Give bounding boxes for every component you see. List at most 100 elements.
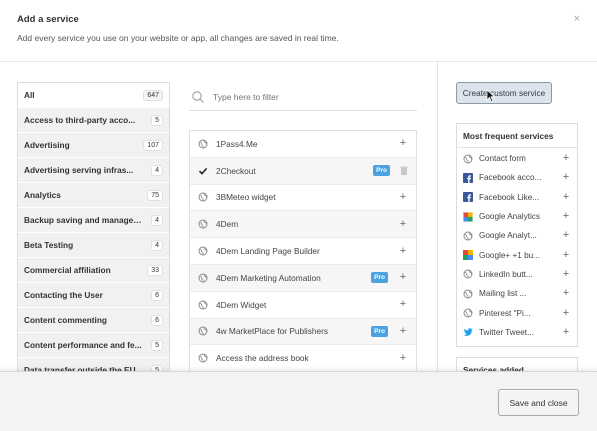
service-row[interactable]: 4Dem Widget + xyxy=(190,292,416,319)
google-plus-icon xyxy=(463,250,473,261)
category-item[interactable]: Data transfer outside the EU 5 xyxy=(18,358,169,372)
add-service-plus-icon[interactable]: + xyxy=(561,153,571,164)
add-service-plus-icon[interactable]: + xyxy=(561,191,571,203)
twitter-icon xyxy=(463,327,473,337)
frequent-service-row[interactable]: Facebook acco... + xyxy=(457,168,577,187)
service-row[interactable]: 2Checkout Pro xyxy=(190,157,416,185)
globe-icon xyxy=(463,308,473,318)
close-icon[interactable]: × xyxy=(574,13,580,25)
create-custom-service-button[interactable]: Create custom service xyxy=(456,82,552,104)
service-row[interactable]: 4w MarketPlace for Publishers Pro + xyxy=(190,318,416,346)
category-count-badge: 107 xyxy=(143,139,163,151)
frequent-service-row[interactable]: Facebook Like... + xyxy=(457,188,577,207)
search-icon xyxy=(191,90,205,104)
globe-icon xyxy=(198,326,208,336)
service-label: 1Pass4.Me xyxy=(216,138,258,149)
category-item[interactable]: Contacting the User 6 xyxy=(18,283,169,308)
category-label: Content commenting xyxy=(24,315,107,325)
services-added-title: Services added xyxy=(456,357,578,372)
frequent-service-row[interactable]: LinkedIn butt... + xyxy=(457,265,577,284)
modal-title: Add a service xyxy=(17,14,79,25)
category-label: Advertising serving infras... xyxy=(24,165,134,175)
category-label: Beta Testing xyxy=(24,240,74,250)
frequent-service-label: Contact form xyxy=(479,154,526,164)
category-item[interactable]: Content commenting 6 xyxy=(18,308,169,333)
add-service-plus-icon[interactable]: + xyxy=(561,230,571,241)
frequent-service-row[interactable]: Twitter Tweet... + xyxy=(457,323,577,342)
add-service-plus-icon[interactable]: + xyxy=(561,211,571,222)
add-service-plus-icon[interactable]: + xyxy=(398,325,408,337)
frequent-service-row[interactable]: Google+ +1 bu... + xyxy=(457,245,577,264)
frequent-service-row[interactable]: Google Analytics + xyxy=(457,207,577,226)
category-label: Commercial affiliation xyxy=(24,265,111,275)
mouse-cursor-icon xyxy=(486,89,496,103)
add-service-plus-icon[interactable]: + xyxy=(398,272,408,283)
service-label: 3BMeteo widget xyxy=(216,192,276,203)
service-row[interactable]: 4Dem + xyxy=(190,211,416,239)
frequent-service-label: Facebook Like... xyxy=(479,192,540,202)
trash-icon[interactable] xyxy=(400,166,408,176)
category-count-badge: 33 xyxy=(147,264,163,276)
frequent-service-label: Google Analyt... xyxy=(479,231,537,241)
pro-badge: Pro xyxy=(371,325,388,337)
category-label: Advertising xyxy=(24,140,70,150)
service-row[interactable]: 3BMeteo widget + xyxy=(190,185,416,212)
service-row[interactable]: 4Dem Marketing Automation Pro + xyxy=(190,264,416,292)
category-item[interactable]: Advertising serving infras... 4 xyxy=(18,158,169,183)
save-and-close-button[interactable]: Save and close xyxy=(498,389,579,416)
service-row[interactable]: Access the address book + xyxy=(190,345,416,372)
modal-subtitle: Add every service you use on your websit… xyxy=(17,33,339,43)
category-count-badge: 6 xyxy=(151,289,163,301)
category-count-badge: 4 xyxy=(151,239,163,251)
frequent-service-row[interactable]: Pinterest "Pi... + xyxy=(457,303,577,322)
category-item[interactable]: Commercial affiliation 33 xyxy=(18,258,169,283)
modal-header: Add a service Add every service you use … xyxy=(0,0,597,62)
modal-content: All 647 Access to third-party acco... 5 Adve… xyxy=(0,62,597,372)
panel-divider xyxy=(437,62,438,372)
category-count-badge: 647 xyxy=(143,89,163,101)
service-row[interactable]: 1Pass4.Me + xyxy=(190,131,416,158)
google-analytics-icon xyxy=(463,211,473,222)
add-service-plus-icon[interactable]: + xyxy=(561,288,571,299)
frequent-service-row[interactable]: Contact form + xyxy=(457,149,577,168)
service-label: 2Checkout xyxy=(216,165,256,176)
add-service-plus-icon[interactable]: + xyxy=(398,138,408,149)
globe-icon xyxy=(198,353,208,363)
add-service-plus-icon[interactable]: + xyxy=(561,326,571,338)
category-count-badge: 5 xyxy=(151,339,163,351)
add-service-plus-icon[interactable]: + xyxy=(398,191,408,203)
category-item[interactable]: Beta Testing 4 xyxy=(18,233,169,258)
frequent-services-list: Contact form + Facebook acco... + Facebook L… xyxy=(457,148,577,342)
category-count-badge: 6 xyxy=(151,314,163,326)
add-service-plus-icon[interactable]: + xyxy=(398,218,408,230)
frequent-service-label: Google Analytics xyxy=(479,212,540,222)
globe-icon xyxy=(198,300,208,310)
pro-badge: Pro xyxy=(371,272,388,284)
category-item[interactable]: Analytics 75 xyxy=(18,183,169,208)
category-item[interactable]: Content performance and fe... 5 xyxy=(18,333,169,358)
category-item[interactable]: All 647 xyxy=(18,83,169,108)
add-service-plus-icon[interactable]: + xyxy=(398,245,408,257)
frequent-service-label: Facebook acco... xyxy=(479,173,542,183)
add-service-plus-icon[interactable]: + xyxy=(561,172,571,183)
category-item[interactable]: Backup saving and management 4 xyxy=(18,208,169,233)
add-service-plus-icon[interactable]: + xyxy=(561,307,571,319)
filter-input[interactable] xyxy=(213,91,403,102)
add-service-plus-icon[interactable]: + xyxy=(561,268,571,280)
checkmark-icon xyxy=(198,166,208,176)
category-count-badge: 75 xyxy=(147,189,163,201)
modal-footer: Save and close xyxy=(0,371,597,431)
service-label: 4Dem Marketing Automation xyxy=(216,272,321,283)
add-service-plus-icon[interactable]: + xyxy=(398,299,408,310)
add-service-plus-icon[interactable]: + xyxy=(561,249,571,261)
frequent-services-title: Most frequent services xyxy=(457,124,577,148)
frequent-service-row[interactable]: Mailing list ... + xyxy=(457,284,577,303)
category-label: Access to third-party acco... xyxy=(24,115,136,125)
frequent-service-label: Mailing list ... xyxy=(479,289,527,299)
service-label: Access the address book xyxy=(216,353,309,364)
add-service-plus-icon[interactable]: + xyxy=(398,352,408,364)
service-row[interactable]: 4Dem Landing Page Builder + xyxy=(190,238,416,265)
category-item[interactable]: Advertising 107 xyxy=(18,133,169,158)
category-item[interactable]: Access to third-party acco... 5 xyxy=(18,108,169,133)
frequent-service-row[interactable]: Google Analyt... + xyxy=(457,226,577,245)
